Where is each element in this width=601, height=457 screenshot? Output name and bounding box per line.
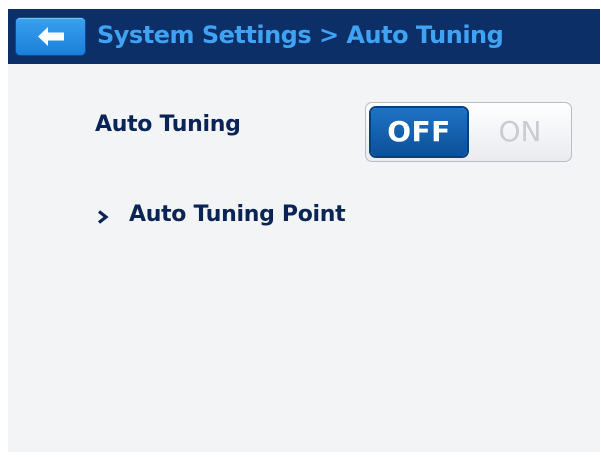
auto-tuning-toggle[interactable]: OFF ON (365, 102, 572, 162)
page-title: System Settings > Auto Tuning (97, 21, 504, 49)
toggle-off-option[interactable]: OFF (371, 108, 467, 156)
auto-tuning-label: Auto Tuning (95, 112, 241, 137)
back-arrow-icon (38, 27, 64, 46)
back-button[interactable] (16, 18, 85, 55)
header-bar: System Settings > Auto Tuning (8, 9, 600, 64)
auto-tuning-point-label: Auto Tuning Point (129, 202, 346, 227)
settings-screen: System Settings > Auto Tuning Auto Tunin… (8, 9, 600, 452)
chevron-right-icon (98, 210, 109, 224)
toggle-on-option[interactable]: ON (474, 108, 566, 156)
